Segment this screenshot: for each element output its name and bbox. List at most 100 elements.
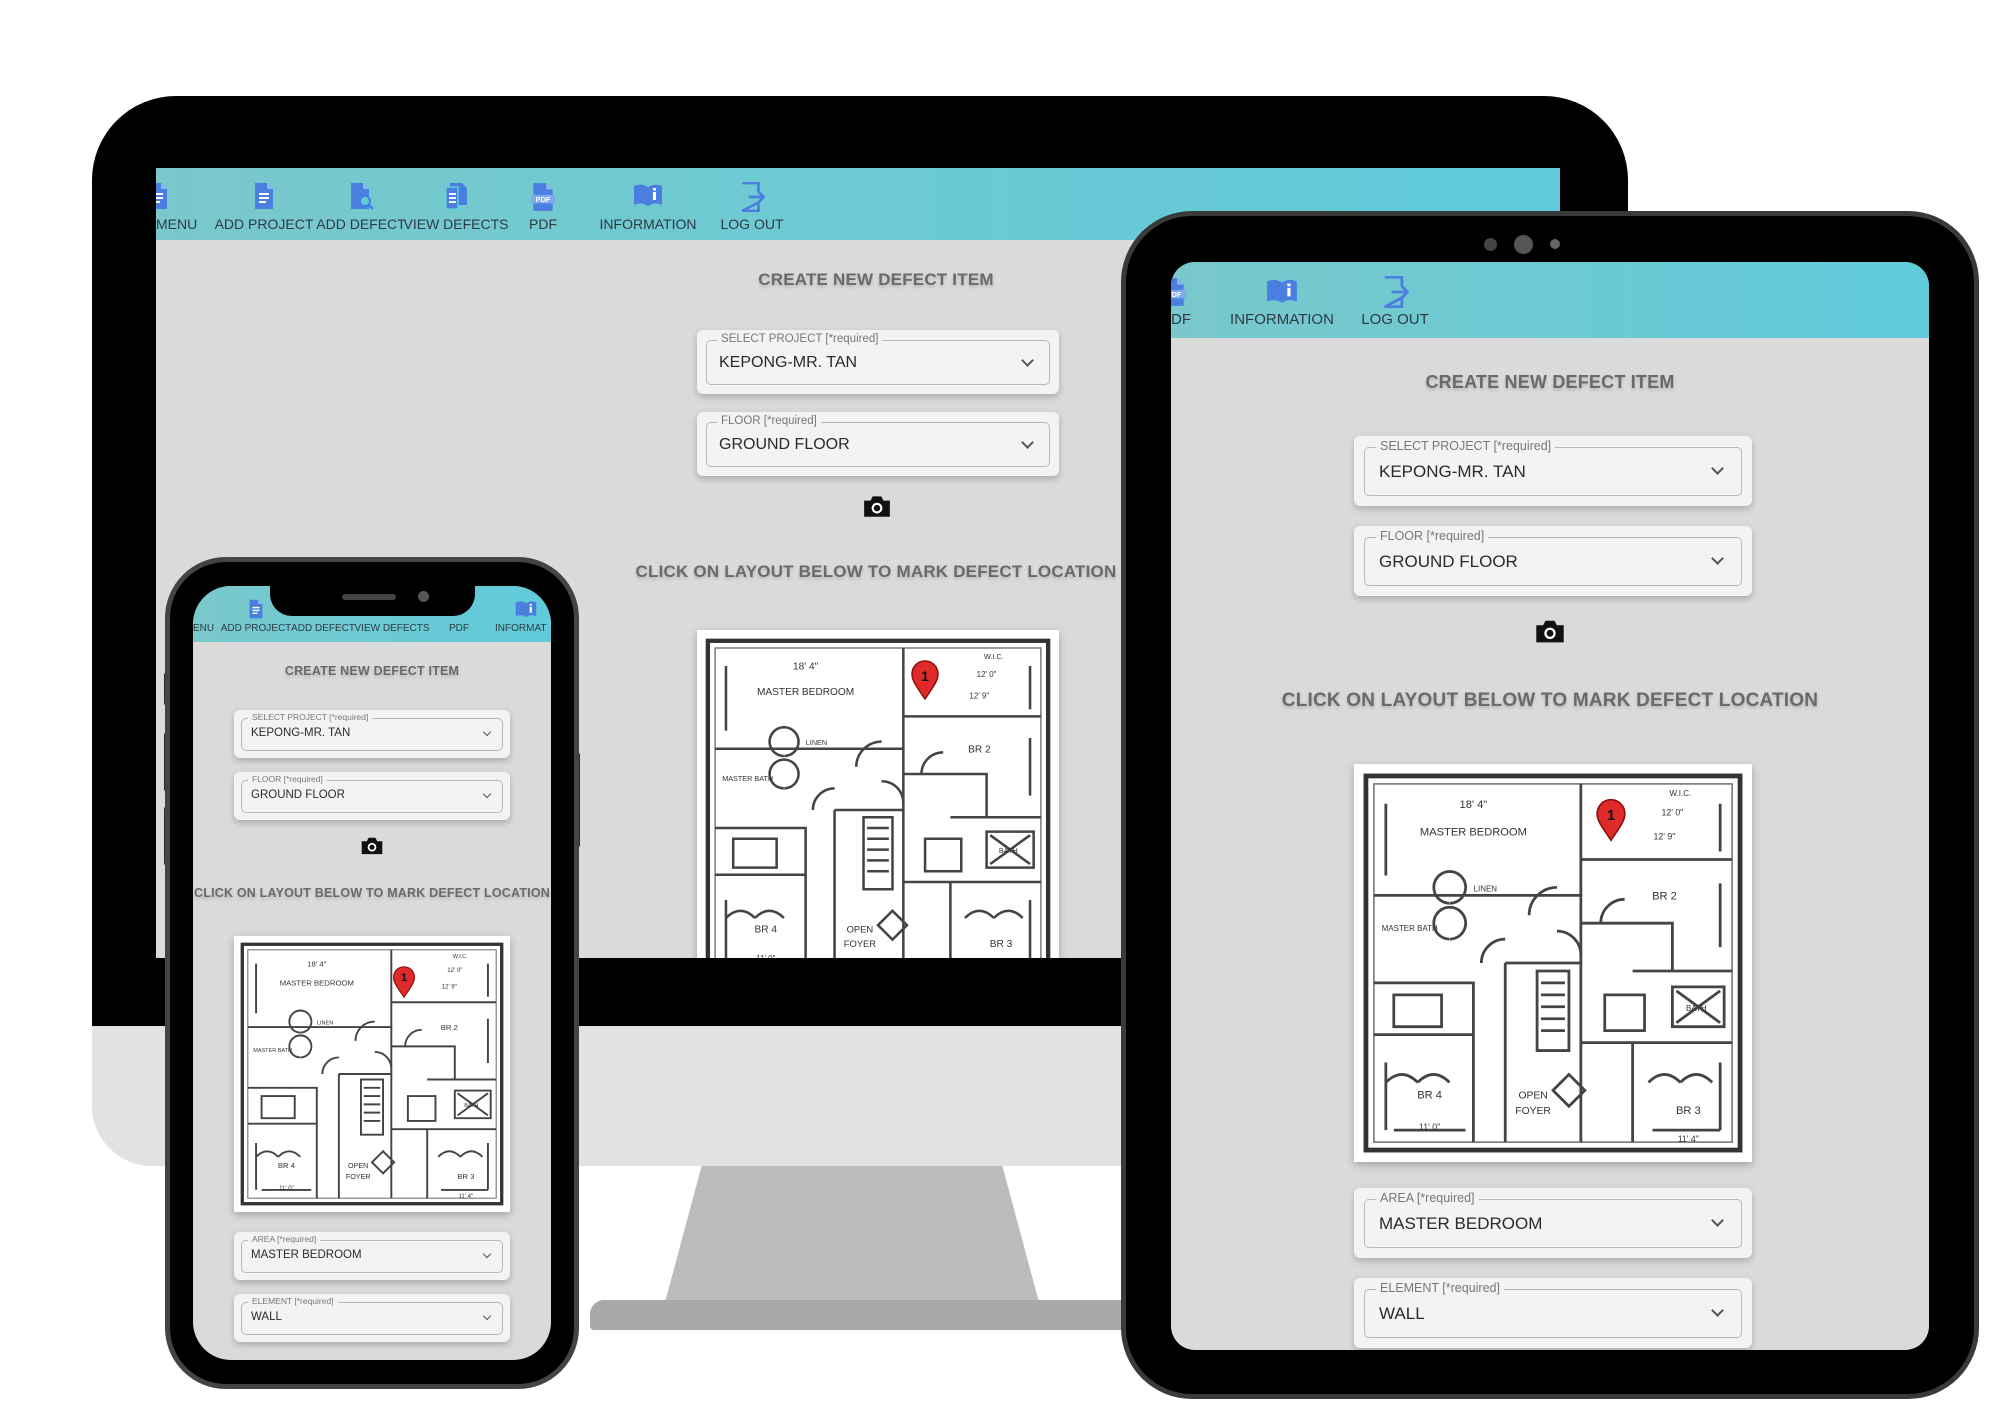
- nav-information[interactable]: INFORMATION: [1223, 277, 1341, 338]
- element-select-label: ELEMENT [*required]: [1376, 1281, 1504, 1295]
- add-defect-icon: [348, 182, 374, 210]
- floor-select-label: FLOOR [*required]: [248, 774, 327, 784]
- project-select[interactable]: SELECT PROJECT [*required] KEPONG-MR. TA…: [697, 330, 1059, 394]
- plan-label-dim-e: 11' 4": [459, 1194, 474, 1200]
- area-select-label: AREA [*required]: [248, 1234, 321, 1244]
- plan-label-open: OPEN: [1518, 1090, 1547, 1101]
- defect-pin[interactable]: 1: [910, 660, 940, 700]
- floor-plan[interactable]: MASTER BEDROOM 18' 4" MASTER BATH LINEN …: [1354, 764, 1752, 1162]
- plan-label-br2: BR 2: [441, 1023, 458, 1032]
- floor-plan-drawing: MASTER BEDROOM 18' 4" MASTER BATH LINEN …: [705, 638, 1051, 958]
- plan-label-open: OPEN: [847, 924, 874, 934]
- nav-log-out[interactable]: LOG OUT: [1353, 276, 1437, 338]
- phone-front-camera: [418, 591, 429, 602]
- nav-information[interactable]: INFORMATION: [594, 182, 702, 240]
- nav-information[interactable]: INFORMAT: [495, 600, 547, 642]
- menu-icon: [156, 182, 170, 210]
- information-icon: [515, 600, 537, 618]
- nav-log-out-label: LOG OUT: [720, 216, 784, 232]
- nav-log-out[interactable]: LOG OUT: [714, 182, 790, 240]
- floor-select-label: FLOOR [*required]: [1376, 529, 1489, 543]
- nav-add-project-label: ADD PROJECT: [214, 216, 314, 232]
- add-project-icon: [252, 182, 276, 210]
- plan-label-dim-b: 12' 0": [977, 670, 997, 679]
- plan-label-linen: LINEN: [1474, 884, 1498, 893]
- element-select-label: ELEMENT [*required]: [248, 1296, 338, 1306]
- nav-menu-label: ENU: [193, 623, 215, 634]
- floor-select[interactable]: FLOOR [*required] GROUND FLOOR: [1354, 526, 1752, 596]
- nav-add-defect[interactable]: ADD DEFECT: [316, 182, 406, 240]
- information-icon: [1266, 277, 1298, 305]
- defect-pin-number: 1: [400, 972, 408, 984]
- floor-select-value: GROUND FLOOR: [719, 436, 850, 453]
- plan-label-wic: W.I.C.: [984, 652, 1004, 661]
- nav-menu[interactable]: ENU: [193, 623, 215, 642]
- page-title: CREATE NEW DEFECT ITEM: [284, 664, 460, 678]
- nav-add-project-label: ADD PROJECT: [220, 623, 292, 634]
- camera-icon[interactable]: [862, 494, 892, 518]
- nav-pdf[interactable]: PDF: [508, 182, 578, 240]
- floor-select-label: FLOOR [*required]: [717, 415, 821, 427]
- layout-instruction: CLICK ON LAYOUT BELOW TO MARK DEFECT LOC…: [1281, 690, 1819, 711]
- floor-plan[interactable]: MASTER BEDROOM 18' 4" MASTER BATH LINEN …: [234, 936, 510, 1212]
- plan-label-br4: BR 4: [1417, 1089, 1442, 1101]
- nav-add-defect-label: ADD DEFECT: [291, 623, 355, 634]
- defect-pin[interactable]: 1: [1595, 798, 1627, 842]
- nav-menu[interactable]: MENU: [156, 182, 200, 240]
- plan-label-master-bath: MASTER BATH: [253, 1048, 292, 1054]
- nav-add-project[interactable]: ADD PROJECT: [212, 182, 316, 240]
- plan-label-dim-a: 18' 4": [1460, 799, 1488, 811]
- layout-instruction: CLICK ON LAYOUT BELOW TO MARK DEFECT LOC…: [194, 886, 550, 900]
- nav-pdf[interactable]: DF: [1171, 277, 1201, 338]
- floor-select-value: GROUND FLOOR: [251, 789, 345, 801]
- plan-label-dim-c: 12' 9": [442, 984, 457, 990]
- floor-select[interactable]: FLOOR [*required] GROUND FLOOR: [697, 412, 1059, 476]
- information-icon: [633, 182, 663, 208]
- plan-label-master-bedroom: MASTER BEDROOM: [1420, 827, 1527, 839]
- defect-pin[interactable]: 1: [392, 966, 416, 998]
- plan-label-master-bath: MASTER BATH: [1382, 924, 1438, 933]
- project-select-label: SELECT PROJECT [*required]: [717, 333, 883, 345]
- phone-power-button: [574, 752, 580, 848]
- tablet-sensor: [1484, 238, 1497, 251]
- camera-icon[interactable]: [360, 836, 384, 855]
- nav-log-out-label: LOG OUT: [1361, 311, 1429, 328]
- floor-plan[interactable]: MASTER BEDROOM 18' 4" MASTER BATH LINEN …: [697, 630, 1059, 958]
- project-select-value: KEPONG-MR. TAN: [1379, 462, 1526, 481]
- plan-label-dim-e: 11' 4": [1678, 1134, 1699, 1144]
- plan-label-master-bath: MASTER BATH: [722, 774, 773, 783]
- nav-add-defect-label: ADD DEFECT: [316, 216, 406, 232]
- tablet-screen: DF INFORMATION LOG OUT CREATE NEW DEFECT…: [1171, 262, 1929, 1350]
- floor-plan-drawing: MASTER BEDROOM 18' 4" MASTER BATH LINEN …: [1363, 773, 1743, 1153]
- view-defects-icon: [443, 182, 469, 210]
- plan-label-br3: BR 3: [990, 939, 1013, 950]
- project-select[interactable]: SELECT PROJECT [*required] KEPONG-MR. TA…: [1354, 436, 1752, 506]
- area-select[interactable]: AREA [*required] MASTER BEDROOM: [234, 1232, 510, 1280]
- plan-label-dim-b: 12' 0": [1661, 808, 1683, 818]
- element-select[interactable]: ELEMENT [*required] WALL: [234, 1294, 510, 1342]
- layout-instruction: CLICK ON LAYOUT BELOW TO MARK DEFECT LOC…: [635, 562, 1117, 581]
- plan-label-linen: LINEN: [317, 1020, 333, 1026]
- camera-icon[interactable]: [1534, 618, 1566, 644]
- log-out-icon: [739, 182, 765, 212]
- plan-label-br3: BR 3: [457, 1172, 474, 1181]
- element-select-value: WALL: [1379, 1304, 1425, 1323]
- nav-information-label: INFORMAT: [495, 623, 547, 634]
- nav-view-defects[interactable]: VIEW DEFECTS: [355, 623, 430, 642]
- monitor-stand: [664, 1166, 1040, 1306]
- plan-label-br4: BR 4: [278, 1161, 296, 1170]
- plan-label-linen: LINEN: [806, 738, 827, 747]
- project-select-label: SELECT PROJECT [*required]: [1376, 439, 1556, 453]
- project-select[interactable]: SELECT PROJECT [*required] KEPONG-MR. TA…: [234, 710, 510, 758]
- nav-pdf[interactable]: PDF: [441, 623, 477, 642]
- element-select[interactable]: ELEMENT [*required] WALL: [1354, 1278, 1752, 1348]
- nav-information-label: INFORMATION: [1230, 311, 1334, 328]
- nav-pdf-label: PDF: [529, 216, 557, 232]
- nav-add-defect[interactable]: ADD DEFECT: [291, 623, 355, 642]
- plan-label-bath: BATH: [1686, 1004, 1707, 1013]
- defect-pin-number: 1: [1606, 807, 1616, 824]
- plan-label-master-bedroom: MASTER BEDROOM: [757, 687, 854, 698]
- nav-view-defects[interactable]: VIEW DEFECTS: [404, 182, 509, 240]
- area-select[interactable]: AREA [*required] MASTER BEDROOM: [1354, 1188, 1752, 1258]
- floor-select[interactable]: FLOOR [*required] GROUND FLOOR: [234, 772, 510, 820]
